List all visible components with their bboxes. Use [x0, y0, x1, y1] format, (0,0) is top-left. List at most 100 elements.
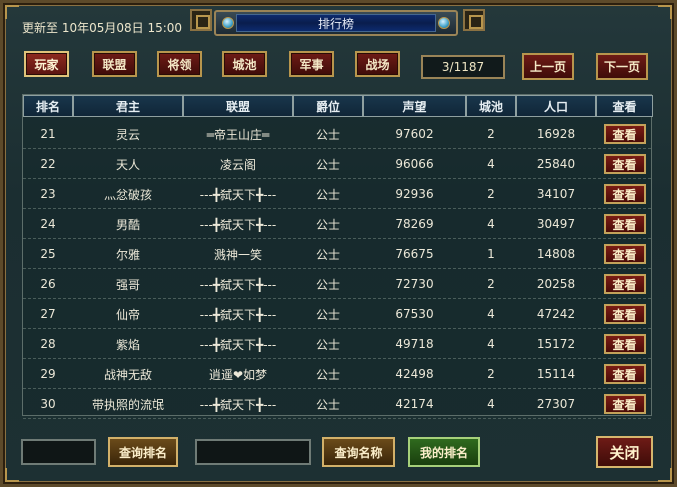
column-header: 君主	[73, 95, 183, 117]
cities-cell: 2	[487, 277, 495, 291]
population-cell: 20258	[536, 277, 576, 291]
close-button[interactable]: 关闭	[596, 436, 653, 468]
prestige-cell: 49718	[395, 337, 434, 351]
rank-cell: 21	[40, 127, 56, 141]
title-banner: 排行榜	[214, 10, 458, 36]
lord-cell: 灬忿破孩	[103, 187, 152, 202]
rank-cell: 26	[40, 277, 56, 291]
cities-cell: 2	[487, 187, 495, 201]
rank-cell: 22	[40, 157, 56, 171]
category-tab[interactable]: 城池	[222, 51, 267, 77]
rank-search-input[interactable]	[21, 439, 96, 465]
population-cell: 30497	[536, 217, 576, 231]
title-ornament-icon	[463, 9, 485, 31]
column-header: 爵位	[293, 95, 363, 117]
table-row: 24 男酷 ---╋弑天下╋--- 公士 78269 4 30497 查看	[23, 209, 651, 239]
view-button[interactable]: 查看	[603, 214, 646, 234]
category-tab[interactable]: 战场	[355, 51, 400, 77]
frame-corner	[5, 468, 19, 482]
lord-cell: 仙帝	[115, 307, 140, 322]
category-tab[interactable]: 军事	[289, 51, 334, 77]
gem-icon	[438, 17, 450, 29]
population-cell: 15114	[536, 367, 576, 381]
view-button[interactable]: 查看	[603, 274, 646, 294]
prestige-cell: 42498	[395, 367, 434, 381]
view-cell: 查看	[596, 359, 653, 389]
title-cell: 公士	[315, 277, 340, 292]
frame-corner	[658, 468, 672, 482]
title-cell: 公士	[315, 337, 340, 352]
page-counter: 3/1187	[421, 55, 505, 79]
view-button[interactable]: 查看	[603, 394, 646, 414]
lord-cell: 带执照的流氓	[91, 397, 164, 412]
view-button[interactable]: 查看	[603, 244, 646, 264]
view-cell: 查看	[596, 149, 653, 179]
search-name-button[interactable]: 查询名称	[322, 437, 395, 467]
view-button[interactable]: 查看	[603, 124, 646, 144]
table-row: 28 紫焰 ---╋弑天下╋--- 公士 49718 4 15172 查看	[23, 329, 651, 359]
table-row: 22 天人 凌云阁 公士 96066 4 25840 查看	[23, 149, 651, 179]
page-title: 排行榜	[236, 14, 436, 32]
view-button[interactable]: 查看	[603, 154, 646, 174]
category-tab[interactable]: 联盟	[92, 51, 137, 77]
category-tab[interactable]: 将领	[157, 51, 202, 77]
lord-cell: 战神无敌	[103, 367, 152, 382]
title-cell: 公士	[315, 307, 340, 322]
view-cell: 查看	[596, 269, 653, 299]
lord-cell: 灵云	[115, 127, 140, 142]
prestige-cell: 76675	[395, 247, 434, 261]
gem-icon	[222, 17, 234, 29]
population-cell: 25840	[536, 157, 576, 171]
column-header: 联盟	[183, 95, 293, 117]
cities-cell: 4	[487, 337, 495, 351]
rank-cell: 25	[40, 247, 56, 261]
cities-cell: 2	[487, 367, 495, 381]
prestige-cell: 92936	[395, 187, 434, 201]
table-row: 25 尔雅 溅神一笑 公士 76675 1 14808 查看	[23, 239, 651, 269]
frame-corner	[5, 5, 19, 19]
title-cell: 公士	[315, 157, 340, 172]
rank-cell: 27	[40, 307, 56, 321]
table-row: 29 战神无敌 逍遥❤如梦 公士 42498 2 15114 查看	[23, 359, 651, 389]
view-cell: 查看	[596, 329, 653, 359]
view-button[interactable]: 查看	[603, 304, 646, 324]
next-page-button[interactable]: 下一页	[596, 53, 648, 80]
view-cell: 查看	[596, 179, 653, 209]
view-button[interactable]: 查看	[603, 334, 646, 354]
title-cell: 公士	[315, 217, 340, 232]
view-button[interactable]: 查看	[603, 364, 646, 384]
prestige-cell: 42174	[395, 397, 434, 411]
view-cell: 查看	[596, 389, 653, 419]
rank-cell: 23	[40, 187, 56, 201]
population-cell: 34107	[536, 187, 576, 201]
lord-cell: 男酷	[115, 217, 140, 232]
frame-corner	[658, 5, 672, 19]
search-rank-button[interactable]: 查询排名	[108, 437, 178, 467]
my-rank-button[interactable]: 我的排名	[408, 437, 480, 467]
population-cell: 47242	[536, 307, 576, 321]
view-cell: 查看	[596, 209, 653, 239]
prev-page-button[interactable]: 上一页	[522, 53, 574, 80]
title-cell: 公士	[315, 247, 340, 262]
population-cell: 16928	[536, 127, 576, 141]
alliance-cell: 逍遥❤如梦	[208, 367, 268, 382]
category-tab[interactable]: 玩家	[24, 51, 69, 77]
alliance-cell: ---╋弑天下╋---	[199, 307, 277, 322]
prestige-cell: 78269	[395, 217, 434, 231]
column-header: 人口	[516, 95, 596, 117]
title-cell: 公士	[315, 127, 340, 142]
view-button[interactable]: 查看	[603, 184, 646, 204]
title-cell: 公士	[315, 187, 340, 202]
alliance-cell: ═帝王山庄═	[206, 127, 270, 142]
title-ornament-icon	[190, 9, 212, 31]
cities-cell: 2	[487, 127, 495, 141]
rank-cell: 28	[40, 337, 56, 351]
prestige-cell: 72730	[395, 277, 434, 291]
name-search-input[interactable]	[195, 439, 311, 465]
alliance-cell: 凌云阁	[219, 157, 256, 172]
title-cell: 公士	[315, 397, 340, 412]
alliance-cell: ---╋弑天下╋---	[199, 187, 277, 202]
cities-cell: 4	[487, 397, 495, 411]
column-header: 查看	[596, 95, 653, 117]
table-row: 27 仙帝 ---╋弑天下╋--- 公士 67530 4 47242 查看	[23, 299, 651, 329]
